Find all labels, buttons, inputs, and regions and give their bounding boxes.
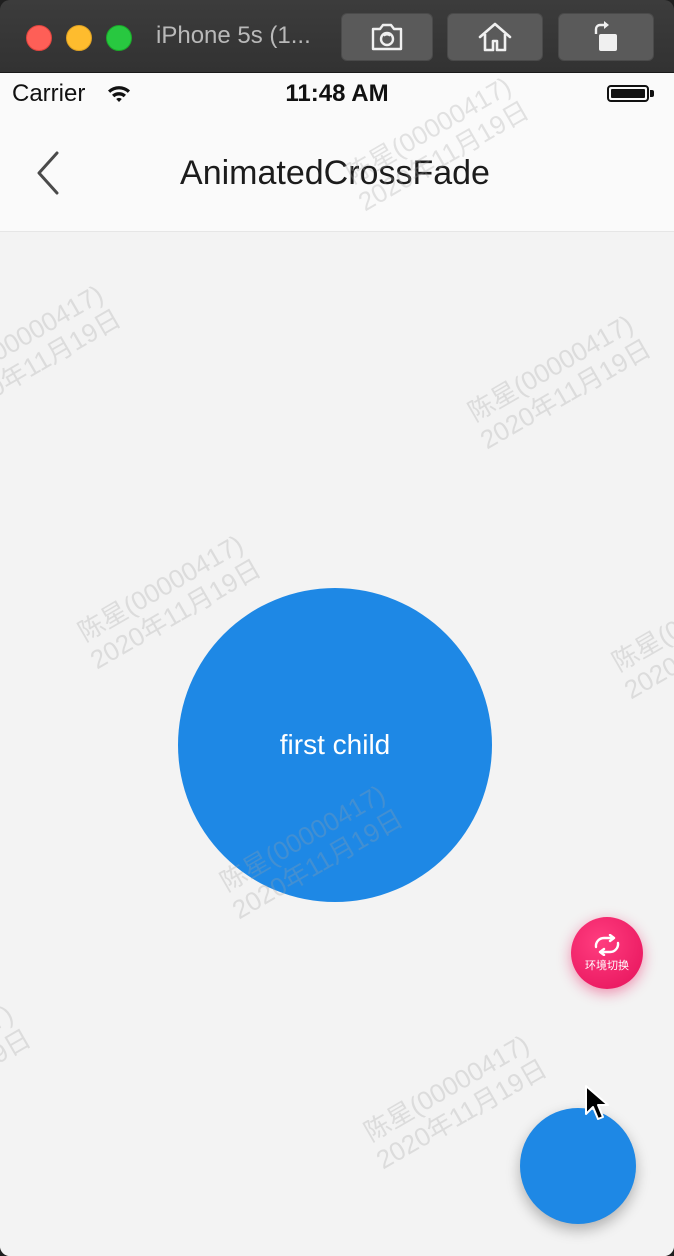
home-icon: [478, 22, 512, 52]
phone-screen: Carrier 11:48 AM AnimatedCrossFade first…: [0, 73, 674, 1256]
page-title: AnimatedCrossFade: [180, 154, 490, 192]
minimize-window-button[interactable]: [66, 25, 92, 51]
rotate-icon: [594, 21, 617, 51]
status-time: 11:48 AM: [285, 80, 389, 107]
rotate-button[interactable]: [558, 13, 654, 61]
refresh-icon: [594, 933, 620, 956]
environment-switch-button[interactable]: 环境切换: [571, 917, 643, 989]
page-content: first child 环境切换: [0, 232, 674, 1256]
window-title: iPhone 5s (1...: [156, 22, 311, 49]
battery-icon: [607, 85, 649, 102]
floating-action-button[interactable]: [520, 1108, 636, 1224]
simulator-titlebar: iPhone 5s (1...: [0, 0, 674, 73]
mouse-pointer-icon: [585, 1085, 609, 1120]
navigation-bar: AnimatedCrossFade: [0, 117, 674, 232]
zoom-window-button[interactable]: [106, 25, 132, 51]
child-label: first child: [279, 729, 391, 760]
home-button[interactable]: [447, 13, 543, 61]
screenshot-button[interactable]: [341, 13, 433, 61]
simulator-window: iPhone 5s (1... Carrier 11:48 AM Animate…: [0, 0, 674, 1256]
status-bar: Carrier 11:48 AM: [0, 73, 674, 117]
close-window-button[interactable]: [26, 25, 52, 51]
environment-switch-label: 环境切换: [585, 959, 629, 972]
cross-fade-child-circle: first child: [178, 588, 492, 902]
battery-tip: [650, 90, 654, 97]
camera-icon: [371, 23, 403, 51]
